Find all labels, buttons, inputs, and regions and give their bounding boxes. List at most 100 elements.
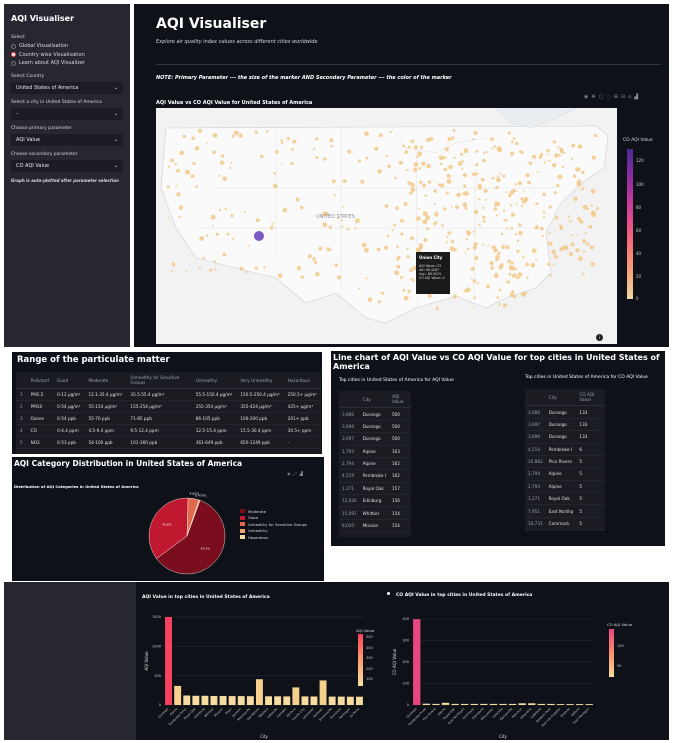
city-marker[interactable] [364, 131, 369, 136]
city-marker[interactable] [463, 193, 466, 195]
plotly-logo-icon[interactable]: ▟ [634, 94, 641, 100]
range-table-box[interactable]: Pollutant Good Moderate Unhealthy for Sensi… [16, 372, 321, 454]
city-marker[interactable] [507, 259, 512, 264]
city-marker[interactable] [518, 223, 522, 227]
city-marker[interactable] [500, 232, 504, 236]
city-marker[interactable] [506, 227, 509, 230]
primary-select[interactable]: AQI Value ⌄ [11, 134, 123, 146]
city-marker[interactable] [483, 152, 486, 155]
city-marker[interactable] [245, 270, 248, 274]
city-marker[interactable] [212, 150, 217, 155]
city-marker[interactable] [330, 145, 333, 148]
city-marker[interactable] [502, 174, 506, 178]
city-marker[interactable] [453, 294, 457, 299]
bar[interactable] [301, 696, 309, 705]
city-marker[interactable] [230, 162, 233, 164]
city-marker[interactable] [417, 207, 420, 210]
bar[interactable] [489, 703, 498, 705]
city-marker[interactable] [508, 265, 512, 269]
city-marker[interactable] [195, 185, 199, 188]
bar[interactable] [518, 703, 526, 705]
bar[interactable] [246, 696, 254, 705]
city-marker[interactable] [551, 249, 556, 255]
city-marker[interactable] [360, 179, 365, 184]
city-marker[interactable] [254, 266, 258, 270]
city-marker[interactable] [510, 226, 514, 230]
range-header-cell[interactable]: Moderate [84, 372, 127, 389]
city-marker[interactable] [416, 216, 421, 221]
city-marker[interactable] [206, 234, 209, 237]
city-marker[interactable] [474, 256, 479, 261]
bar[interactable] [470, 703, 478, 705]
city-marker[interactable] [493, 207, 498, 211]
city-marker[interactable] [548, 273, 552, 277]
city-marker[interactable] [318, 246, 323, 251]
city-marker[interactable] [576, 233, 579, 236]
pan-icon[interactable]: ✥ [591, 94, 598, 100]
bar[interactable] [432, 703, 440, 705]
city-marker[interactable] [558, 154, 561, 157]
legend-item[interactable]: Hazardous [240, 535, 307, 540]
city-marker[interactable] [457, 161, 463, 166]
city-marker[interactable] [399, 275, 403, 279]
city-marker[interactable] [197, 128, 203, 133]
city-marker[interactable] [202, 257, 205, 260]
city-marker[interactable] [548, 205, 552, 209]
city-marker[interactable] [422, 183, 426, 188]
city-marker[interactable] [475, 163, 479, 167]
bar[interactable] [528, 703, 536, 705]
city-marker[interactable] [482, 158, 486, 163]
city-marker[interactable] [199, 236, 205, 241]
city-marker[interactable] [498, 265, 503, 270]
city-marker[interactable] [525, 173, 530, 178]
city-marker[interactable] [282, 207, 288, 213]
bar[interactable] [165, 617, 172, 705]
city-marker[interactable] [478, 198, 481, 201]
zoom-in-icon[interactable]: ⊞ [614, 94, 621, 100]
city-marker[interactable] [485, 198, 488, 201]
city-marker[interactable] [398, 160, 403, 165]
radio-global[interactable]: Global Visualisation [11, 43, 123, 49]
co-header-cell[interactable]: City [545, 389, 577, 407]
secondary-select[interactable]: CO AQI Value ⌄ [11, 160, 123, 172]
city-marker[interactable] [497, 251, 501, 255]
city-marker[interactable] [553, 263, 555, 266]
city-marker[interactable] [582, 272, 585, 276]
city-marker[interactable] [559, 149, 564, 154]
city-marker[interactable] [280, 139, 284, 142]
table-row[interactable]: 4,519 Pembroke I 162 [339, 469, 411, 483]
bar[interactable] [508, 703, 517, 705]
city-marker[interactable] [212, 224, 214, 227]
city-marker[interactable] [178, 215, 181, 218]
city-marker[interactable] [400, 232, 404, 236]
radio-circle[interactable] [11, 43, 16, 49]
co-header-cell[interactable]: CO AQI Value [576, 389, 605, 407]
city-marker[interactable] [507, 131, 511, 135]
city-marker[interactable] [334, 263, 338, 267]
city-marker[interactable] [315, 156, 319, 159]
city-marker[interactable] [493, 145, 497, 148]
table-row[interactable]: 2,794 Alpine 162 [339, 457, 411, 471]
bar[interactable] [441, 702, 450, 705]
city-marker[interactable] [422, 219, 428, 225]
zoom-out-icon[interactable]: ⊟ [621, 94, 628, 100]
city-marker[interactable] [462, 202, 468, 207]
city-marker[interactable] [490, 137, 495, 142]
table-row[interactable]: 1,271 Royal Oak 5 [525, 492, 605, 506]
city-marker[interactable] [441, 224, 444, 227]
city-marker[interactable] [553, 191, 557, 195]
city-marker[interactable] [498, 288, 502, 292]
city-marker[interactable] [470, 267, 475, 271]
table-row[interactable]: 3,686 Durango 133 [525, 405, 605, 419]
city-marker[interactable] [423, 238, 428, 242]
city-marker[interactable] [535, 259, 538, 262]
city-marker[interactable] [299, 205, 304, 210]
city-marker[interactable] [540, 227, 544, 231]
city-marker[interactable] [377, 169, 382, 174]
city-marker[interactable] [453, 156, 456, 159]
city-marker[interactable] [219, 160, 225, 166]
city-marker[interactable] [426, 137, 431, 143]
aqi-table[interactable]: City AQI Value 3,686 Durango 500 3,696 Durang… [339, 391, 411, 533]
city-marker[interactable] [376, 247, 381, 252]
city-marker[interactable] [445, 241, 448, 244]
